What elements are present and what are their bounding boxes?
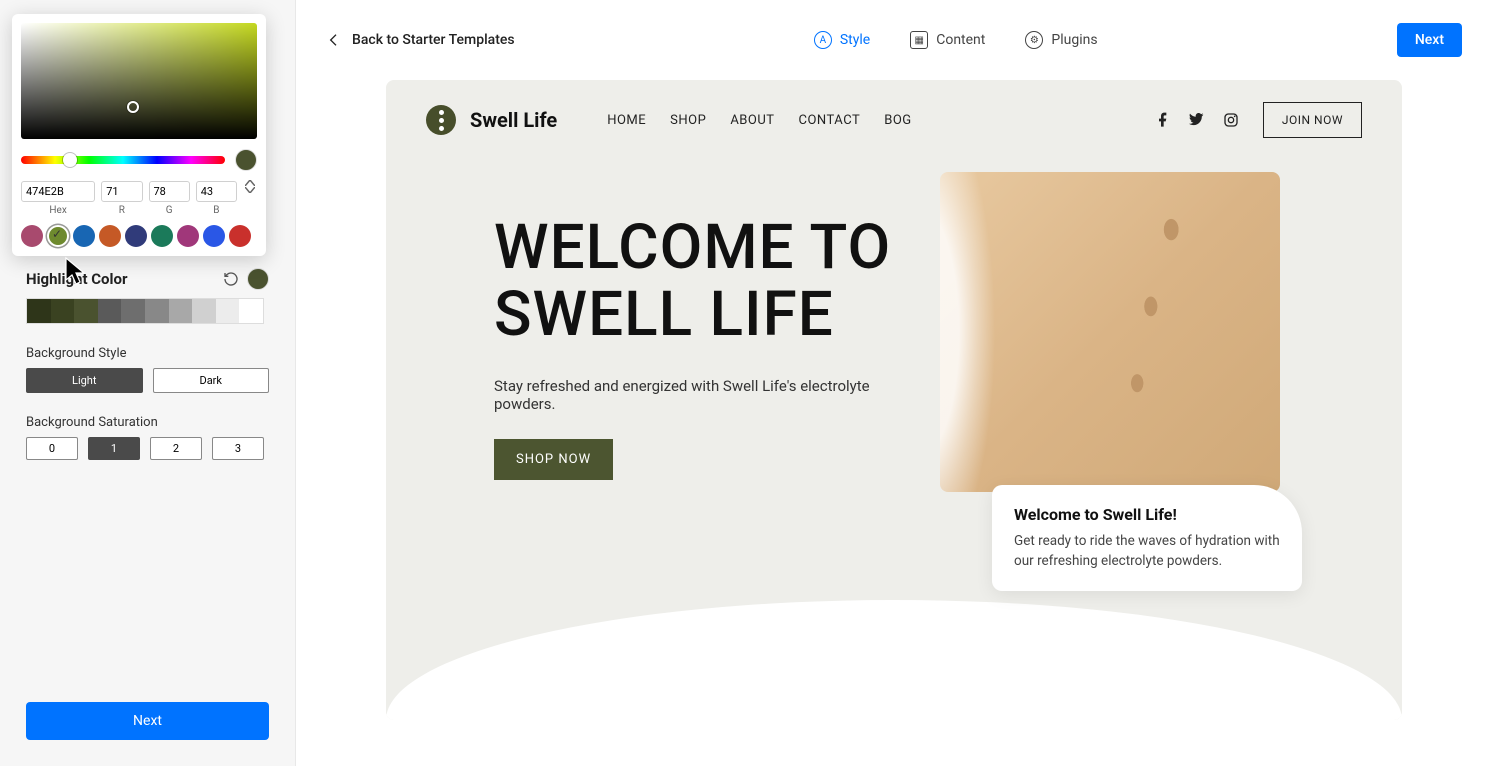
preset-swatch-3[interactable] [99, 225, 121, 247]
bg-style-label: Background Style [26, 346, 269, 361]
back-link-label: Back to Starter Templates [352, 32, 515, 48]
hero-title: WELCOME TO SWELL LIFE [494, 215, 934, 349]
nav-content[interactable]: ▦ Content [910, 31, 985, 49]
preset-swatch-4[interactable] [125, 225, 147, 247]
hero-text: WELCOME TO SWELL LIFE Stay refreshed and… [494, 215, 934, 480]
nav-link-about[interactable]: ABOUT [730, 113, 774, 128]
brand-logo[interactable] [426, 105, 456, 135]
palette-strip[interactable] [26, 298, 264, 324]
reset-icon[interactable] [223, 271, 239, 287]
bg-sat-1[interactable]: 1 [88, 437, 140, 460]
join-now-button[interactable]: JOIN NOW [1263, 102, 1362, 138]
r-input[interactable] [101, 181, 142, 202]
hex-input[interactable] [21, 181, 95, 202]
highlight-color-swatch[interactable] [247, 268, 269, 290]
preset-swatch-7[interactable] [203, 225, 225, 247]
shop-now-button[interactable]: SHOP NOW [494, 439, 613, 480]
preset-swatch-0[interactable] [21, 225, 43, 247]
g-label: G [149, 205, 190, 216]
preset-swatch-5[interactable] [151, 225, 173, 247]
preset-swatches [21, 225, 257, 247]
saturation-handle[interactable] [127, 101, 139, 113]
plugins-icon: ⚙ [1025, 31, 1043, 49]
saturation-field[interactable] [21, 23, 257, 139]
nav-plugins[interactable]: ⚙ Plugins [1025, 31, 1097, 49]
card-body: Get ready to ride the waves of hydration… [1014, 532, 1280, 571]
style-sidebar: Hex R G B Highlight Color [0, 0, 296, 766]
social-icons [1155, 112, 1239, 128]
b-label: B [196, 205, 237, 216]
nav-plugins-label: Plugins [1051, 32, 1097, 48]
hero-image [940, 172, 1280, 492]
hex-label: Hex [21, 205, 95, 216]
g-input[interactable] [149, 181, 190, 202]
top-next-button[interactable]: Next [1397, 23, 1462, 57]
bg-sat-3[interactable]: 3 [212, 437, 264, 460]
current-color-swatch [235, 149, 257, 171]
r-label: R [101, 205, 142, 216]
bg-sat-2[interactable]: 2 [150, 437, 202, 460]
preset-swatch-2[interactable] [73, 225, 95, 247]
hero-subtitle: Stay refreshed and energized with Swell … [494, 377, 934, 413]
nav-style[interactable]: A Style [814, 31, 870, 49]
nav-link-contact[interactable]: CONTACT [799, 113, 861, 128]
nav-content-label: Content [936, 32, 985, 48]
nav-link-shop[interactable]: SHOP [670, 113, 706, 128]
arrow-left-icon [326, 32, 342, 48]
facebook-icon[interactable] [1155, 112, 1171, 128]
instagram-icon[interactable] [1223, 112, 1239, 128]
preset-swatch-6[interactable] [177, 225, 199, 247]
twitter-icon[interactable] [1189, 112, 1205, 128]
back-link[interactable]: Back to Starter Templates [326, 32, 515, 48]
bg-sat-0[interactable]: 0 [26, 437, 78, 460]
preset-swatch-1[interactable] [47, 225, 69, 247]
top-bar: Back to Starter Templates A Style ▦ Cont… [296, 0, 1492, 80]
content-icon: ▦ [910, 31, 928, 49]
highlight-color-title: Highlight Color [26, 270, 215, 288]
bg-saturation-label: Background Saturation [26, 415, 269, 430]
nav-link-bog[interactable]: BOG [884, 113, 911, 128]
b-input[interactable] [196, 181, 237, 202]
color-picker-popup: Hex R G B [12, 14, 266, 256]
welcome-card: Welcome to Swell Life! Get ready to ride… [992, 485, 1302, 591]
card-title: Welcome to Swell Life! [1014, 505, 1280, 524]
sidebar-next-button[interactable]: Next [26, 702, 269, 740]
brand-name: Swell Life [470, 108, 557, 132]
preview-frame: Swell Life HOME SHOP ABOUT CONTACT BOG JOIN … [386, 80, 1402, 720]
preview-nav: HOME SHOP ABOUT CONTACT BOG [607, 113, 911, 128]
preview-header: Swell Life HOME SHOP ABOUT CONTACT BOG JOIN … [426, 102, 1362, 138]
bg-style-dark[interactable]: Dark [153, 368, 270, 393]
style-icon: A [814, 31, 832, 49]
main-area: Back to Starter Templates A Style ▦ Cont… [296, 0, 1492, 766]
bg-style-light[interactable]: Light [26, 368, 143, 393]
nav-link-home[interactable]: HOME [607, 113, 646, 128]
top-nav: A Style ▦ Content ⚙ Plugins [515, 31, 1397, 49]
preset-swatch-8[interactable] [229, 225, 251, 247]
hue-slider[interactable] [21, 156, 225, 164]
format-toggle[interactable] [243, 180, 257, 193]
hue-handle[interactable] [63, 153, 77, 167]
nav-style-label: Style [840, 32, 870, 48]
